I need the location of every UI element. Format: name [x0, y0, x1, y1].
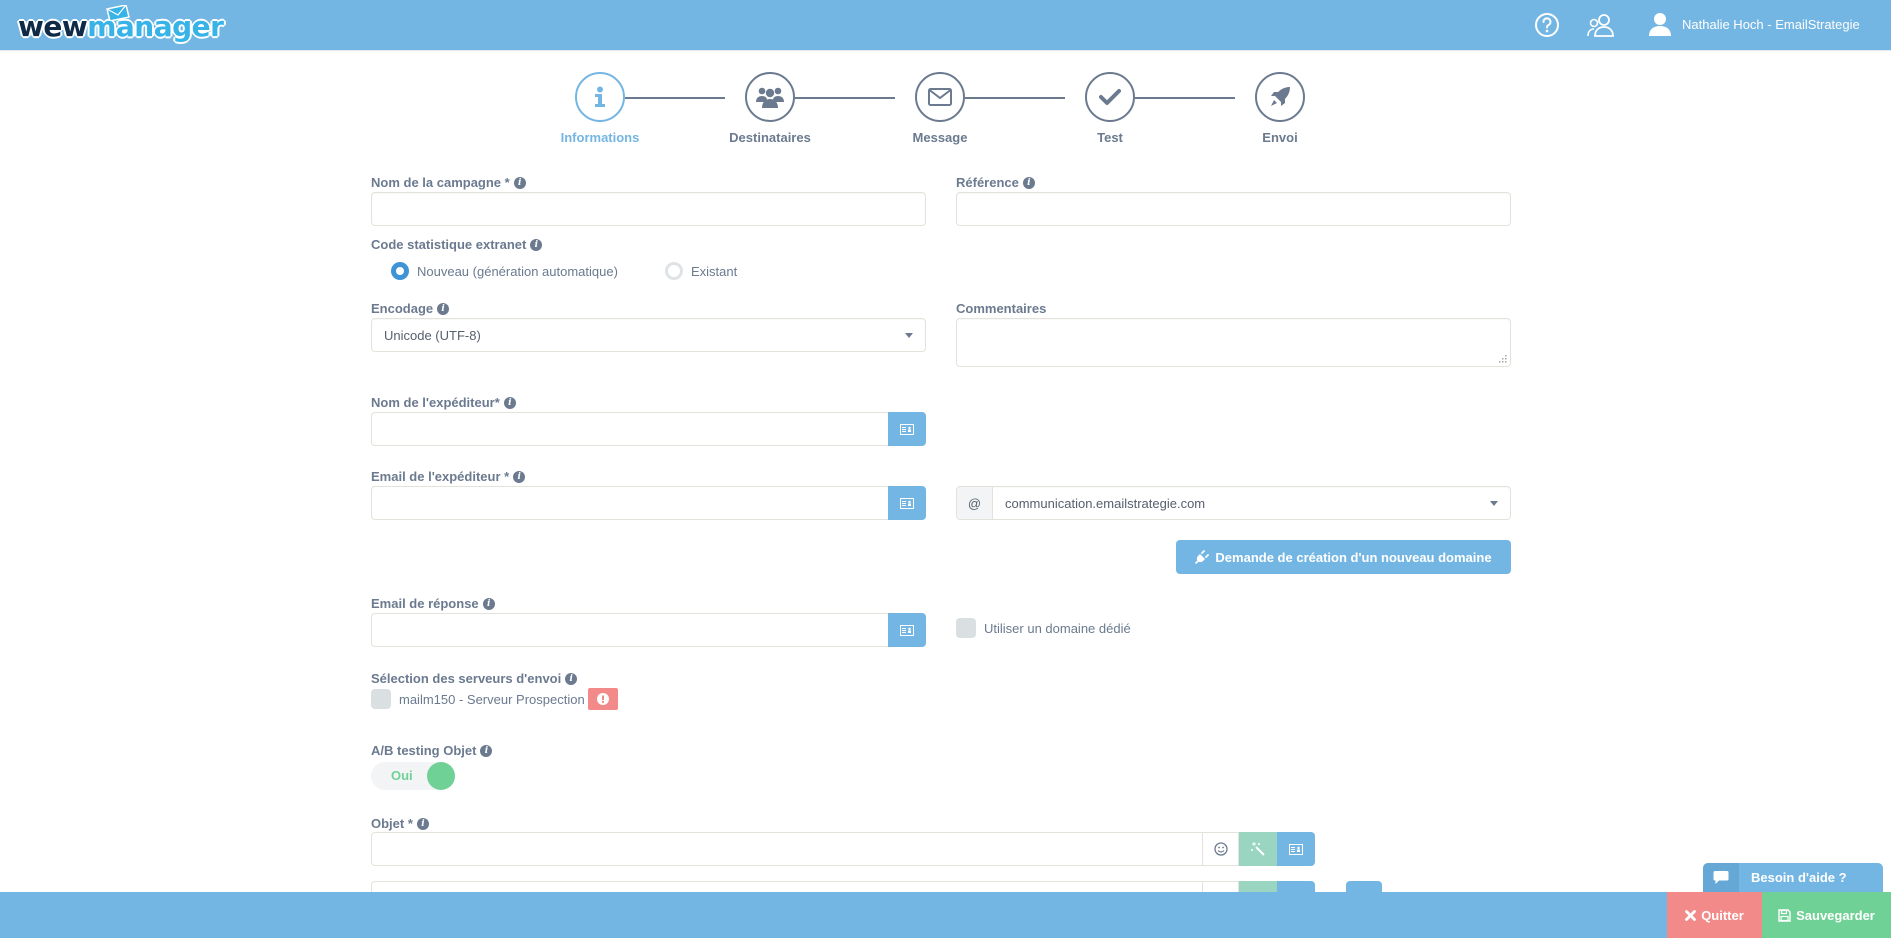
step-destinataires[interactable]: Destinataires	[710, 72, 830, 145]
sender-name-contact-button[interactable]	[888, 412, 926, 446]
exclamation-icon	[596, 693, 609, 705]
user-name: Nathalie Hoch - EmailStrategie	[1682, 16, 1860, 32]
comments-textarea[interactable]	[956, 318, 1511, 367]
wewmanager-logo[interactable]: wew manager	[18, 5, 224, 44]
sender-name-group	[371, 412, 926, 446]
subject-contact-button[interactable]	[1277, 832, 1315, 866]
top-navbar: wew manager Nathalie Hoch - EmailStrategi…	[0, 0, 1891, 51]
plug-icon	[1195, 550, 1210, 564]
help-circle-icon[interactable]	[1534, 12, 1560, 38]
campaign-name-label: Nom de la campagne * i	[371, 175, 526, 190]
step-label: Test	[1097, 130, 1123, 145]
reference-label: Référence i	[956, 175, 1035, 190]
domain-select[interactable]: @ communication.emailstrategie.com	[956, 486, 1511, 520]
info-icon[interactable]: i	[1022, 176, 1035, 189]
reply-email-input[interactable]	[371, 613, 888, 647]
domain-prefix: @	[957, 487, 993, 519]
info-icon[interactable]: i	[480, 744, 493, 757]
sender-email-input[interactable]	[371, 486, 888, 520]
info-icon[interactable]: i	[513, 176, 526, 189]
sender-name-input[interactable]	[371, 412, 888, 446]
dropdown-caret-icon	[905, 333, 913, 338]
step-label: Envoi	[1262, 130, 1298, 145]
comments-label: Commentaires	[956, 301, 1047, 316]
save-button[interactable]: Sauvegarder	[1762, 892, 1891, 938]
checkbox-icon[interactable]	[956, 618, 976, 638]
contact-card-icon	[1289, 843, 1303, 855]
dedicated-domain-checkbox[interactable]: Utiliser un domaine dédié	[956, 618, 1131, 638]
envelope-icon	[928, 88, 952, 106]
sender-email-label: Email de l'expéditeur * i	[371, 469, 526, 484]
envelope-logo-icon	[106, 5, 130, 21]
step-informations[interactable]: Informations	[540, 72, 660, 145]
chat-bubble-icon	[1713, 871, 1729, 884]
users-icon[interactable]	[1586, 12, 1616, 38]
info-icon[interactable]: i	[513, 470, 526, 483]
reference-input[interactable]	[956, 192, 1511, 226]
encoding-label: Encodage i	[371, 301, 450, 316]
user-menu[interactable]: Nathalie Hoch - EmailStrategie	[1648, 11, 1860, 37]
checkbox-icon[interactable]	[371, 689, 391, 709]
info-icon[interactable]: i	[530, 238, 543, 251]
contact-card-icon	[900, 624, 914, 636]
user-icon	[1649, 13, 1671, 36]
radio-checked-icon[interactable]	[391, 262, 409, 280]
reply-email-label: Email de réponse i	[371, 596, 495, 611]
encoding-select[interactable]: Unicode (UTF-8)	[371, 318, 926, 352]
close-icon	[1685, 909, 1697, 921]
magic-wand-button[interactable]	[1239, 832, 1277, 866]
server-item-mailm150[interactable]: mailm150 - Serveur Prospection	[371, 688, 618, 710]
step-test[interactable]: Test	[1050, 72, 1170, 145]
floppy-disk-icon	[1778, 908, 1791, 922]
step-label: Destinataires	[729, 130, 811, 145]
subject-row	[371, 832, 1315, 866]
smiley-icon	[1213, 842, 1228, 856]
quit-button[interactable]: Quitter	[1667, 892, 1762, 938]
step-label: Message	[912, 130, 968, 145]
info-icon[interactable]: i	[482, 597, 495, 610]
info-icon[interactable]: i	[503, 396, 516, 409]
info-icon[interactable]: i	[565, 672, 578, 685]
check-icon	[1099, 89, 1121, 105]
sender-email-group	[371, 486, 926, 520]
ab-testing-toggle[interactable]: Oui	[371, 762, 455, 790]
help-chat-button[interactable]: Besoin d'aide ?	[1703, 863, 1883, 892]
stat-code-label: Code statistique extranet i	[371, 237, 543, 252]
contact-card-icon	[900, 423, 914, 435]
bottom-action-bar: Quitter Sauvegarder	[0, 892, 1891, 938]
servers-label: Sélection des serveurs d'envoi i	[371, 671, 578, 686]
sender-name-label: Nom de l'expéditeur* i	[371, 395, 516, 410]
campaign-name-input[interactable]	[371, 192, 926, 226]
group-icon	[756, 87, 784, 108]
reply-email-group	[371, 613, 926, 647]
resize-handle-icon[interactable]	[1499, 355, 1507, 363]
warning-badge[interactable]	[587, 688, 618, 710]
contact-card-icon	[900, 497, 914, 509]
magic-wand-icon	[1251, 842, 1265, 856]
subject-label: Objet * i	[371, 816, 429, 831]
dropdown-caret-icon	[1490, 501, 1498, 506]
toggle-knob	[427, 762, 455, 790]
radio-unchecked-icon[interactable]	[665, 262, 683, 280]
subject-input[interactable]	[371, 832, 1203, 866]
sender-email-contact-button[interactable]	[888, 486, 926, 520]
request-new-domain-button[interactable]: Demande de création d'un nouveau domaine	[1176, 540, 1511, 574]
info-icon[interactable]: i	[437, 302, 450, 315]
info-icon	[595, 86, 605, 107]
rocket-icon	[1271, 87, 1290, 106]
wizard-stepper: Informations Destinataires Message Test …	[540, 72, 1340, 152]
reply-email-contact-button[interactable]	[888, 613, 926, 647]
info-icon[interactable]: i	[416, 817, 429, 830]
radio-existant[interactable]: Existant	[665, 262, 737, 280]
emoji-button[interactable]	[1203, 832, 1239, 866]
logo-text-wew: wew	[18, 10, 88, 43]
step-label: Informations	[560, 130, 640, 145]
step-message[interactable]: Message	[880, 72, 1000, 145]
radio-nouveau[interactable]: Nouveau (génération automatique)	[391, 262, 618, 280]
step-envoi[interactable]: Envoi	[1220, 72, 1340, 145]
ab-testing-label: A/B testing Objet i	[371, 743, 493, 758]
